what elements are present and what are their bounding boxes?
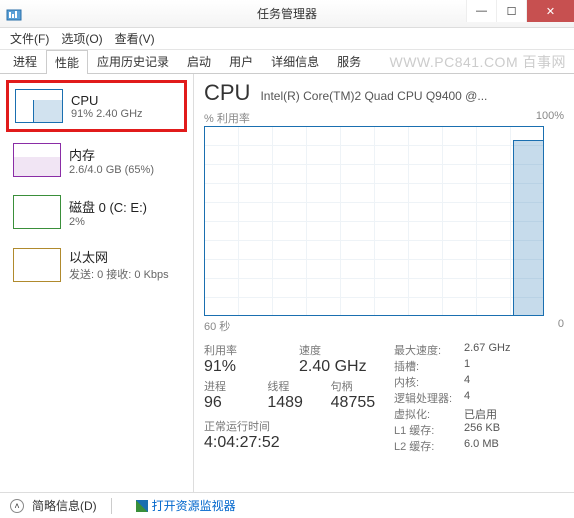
cpu-chart [204,126,544,316]
window-title: 任务管理器 [257,5,317,22]
l1-k: L1 缓存: [394,422,464,438]
hnd-label: 句柄 [331,378,394,394]
sidebar-item-memory[interactable]: 内存 2.6/4.0 GB (65%) [6,136,187,184]
app-icon [6,6,22,22]
sockets-k: 插槽: [394,358,464,374]
maxspeed-k: 最大速度: [394,342,464,358]
tab-app-history[interactable]: 应用历史记录 [88,49,178,73]
sidebar-disk-sub: 2% [69,216,147,228]
menu-file[interactable]: 文件(F) [6,28,53,49]
watermark: WWW.PC841.COM 百事网 [389,52,566,72]
menu-view[interactable]: 查看(V) [111,28,159,49]
chart-y-max: 100% [536,110,564,126]
tab-processes[interactable]: 进程 [4,49,46,73]
util-label: 利用率 [204,342,299,358]
menubar: 文件(F) 选项(O) 查看(V) [0,28,574,50]
thr-value: 1489 [267,394,330,412]
tab-services[interactable]: 服务 [328,49,370,73]
open-resource-monitor-link[interactable]: 打开资源监视器 [136,497,236,514]
minimize-button[interactable]: — [466,0,496,22]
cpu-thumb-icon [15,89,63,123]
tabbar: 进程 性能 应用历史记录 启动 用户 详细信息 服务 WWW.PC841.COM… [0,50,574,74]
chart-y-label: % 利用率 [204,110,250,126]
sidebar-item-cpu[interactable]: CPU 91% 2.40 GHz [6,80,187,132]
proc-value: 96 [204,394,267,412]
cores-k: 内核: [394,374,464,390]
maxspeed-v: 2.67 GHz [464,342,510,358]
sidebar-cpu-label: CPU [71,93,143,108]
cpu-model: Intel(R) Core(TM)2 Quad CPU Q9400 @... [260,89,564,103]
sidebar-eth-sub: 发送: 0 接收: 0 Kbps [69,266,169,282]
main-panel: CPU Intel(R) Core(TM)2 Quad CPU Q9400 @.… [194,74,574,492]
thr-label: 线程 [267,378,330,394]
titlebar: 任务管理器 — ☐ ✕ [0,0,574,28]
footer: ˄ 简略信息(D) 打开资源监视器 [0,492,574,518]
sidebar-mem-sub: 2.6/4.0 GB (65%) [69,164,154,176]
l1-v: 256 KB [464,422,500,438]
tab-users[interactable]: 用户 [220,49,262,73]
tab-details[interactable]: 详细信息 [262,49,328,73]
l2-k: L2 缓存: [394,438,464,454]
memory-thumb-icon [13,143,61,177]
l2-v: 6.0 MB [464,438,499,454]
virt-k: 虚拟化: [394,406,464,422]
hnd-value: 48755 [331,394,394,412]
divider [111,498,112,514]
virt-v: 已启用 [464,406,497,422]
lproc-k: 逻辑处理器: [394,390,464,406]
sidebar-cpu-sub: 91% 2.40 GHz [71,108,143,120]
lproc-v: 4 [464,390,470,406]
cores-v: 4 [464,374,470,390]
tab-performance[interactable]: 性能 [46,50,88,74]
sidebar-mem-label: 内存 [69,145,154,164]
brief-info-button[interactable]: 简略信息(D) [32,497,97,514]
resmon-label: 打开资源监视器 [152,497,236,514]
disk-thumb-icon [13,195,61,229]
sidebar-eth-label: 以太网 [69,247,169,266]
chevron-up-icon[interactable]: ˄ [10,499,24,513]
speed-label: 速度 [299,342,394,358]
proc-label: 进程 [204,378,267,394]
maximize-button[interactable]: ☐ [496,0,526,22]
sidebar-item-ethernet[interactable]: 以太网 发送: 0 接收: 0 Kbps [6,240,187,289]
ethernet-thumb-icon [13,248,61,282]
sockets-v: 1 [464,358,470,374]
uptime-value: 4:04:27:52 [204,434,394,452]
cpu-chart-fill [513,140,543,315]
speed-value: 2.40 GHz [299,358,394,376]
sidebar: CPU 91% 2.40 GHz 内存 2.6/4.0 GB (65%) 磁盘 … [0,74,194,492]
close-button[interactable]: ✕ [526,0,574,22]
chart-x-left: 60 秒 [204,318,230,334]
uptime-label: 正常运行时间 [204,418,394,434]
tab-startup[interactable]: 启动 [178,49,220,73]
chart-x-right: 0 [558,318,564,334]
sidebar-item-disk[interactable]: 磁盘 0 (C: E:) 2% [6,188,187,236]
resource-monitor-icon [136,500,148,512]
sidebar-disk-label: 磁盘 0 (C: E:) [69,197,147,216]
util-value: 91% [204,358,299,376]
menu-options[interactable]: 选项(O) [57,28,106,49]
main-title: CPU [204,80,250,106]
